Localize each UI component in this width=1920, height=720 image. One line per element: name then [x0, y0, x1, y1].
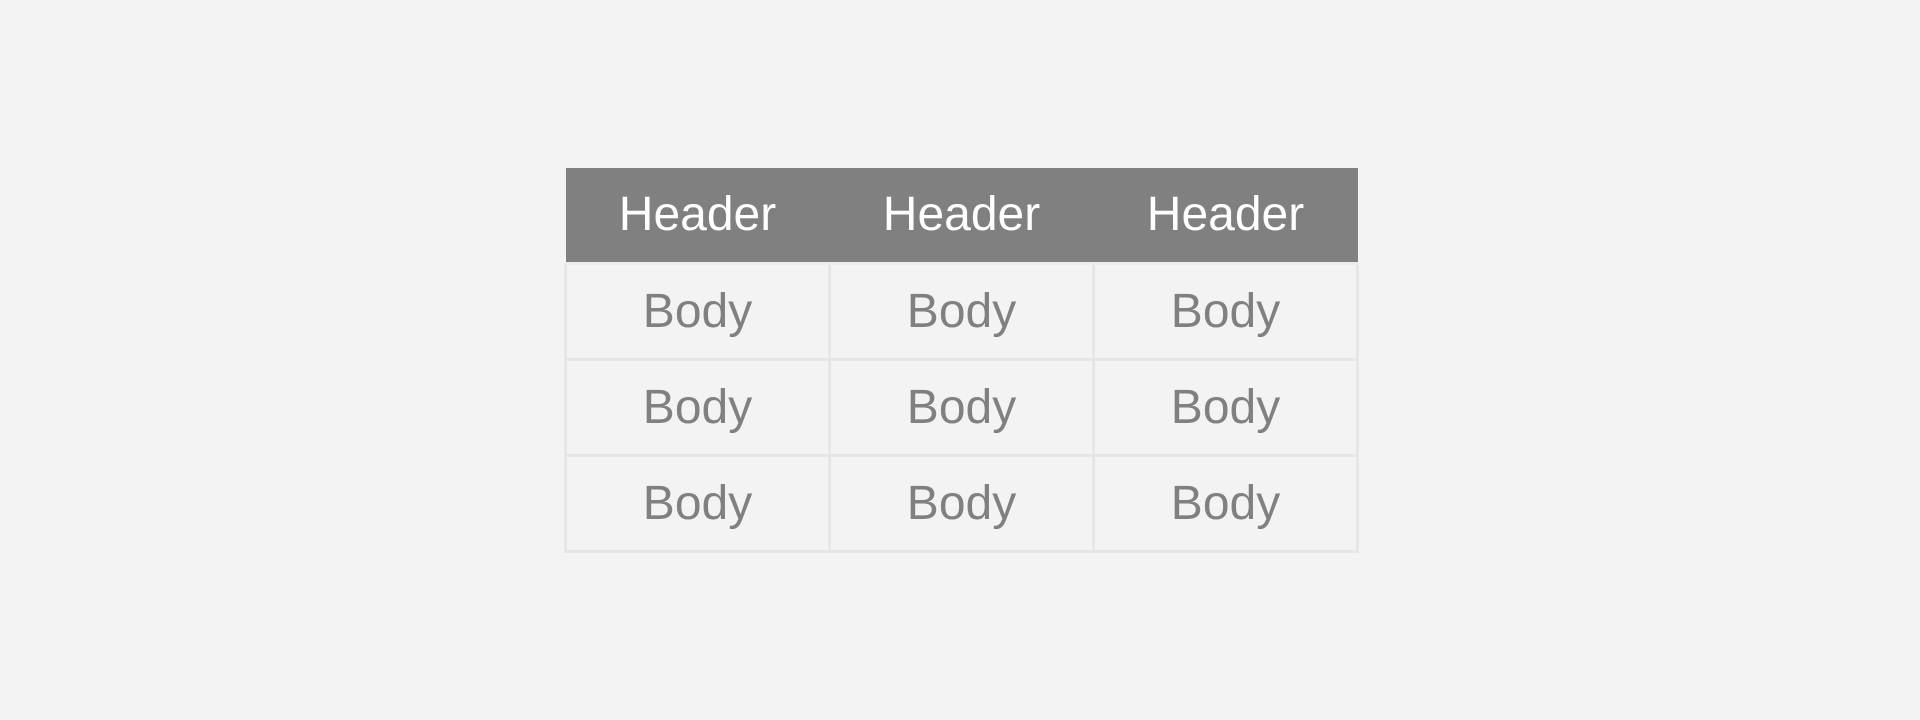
table-cell: Body — [564, 454, 831, 553]
column-header-2: Header — [829, 168, 1094, 265]
canvas: Header Header Header Body Body Body Body… — [0, 0, 1920, 720]
table-header: Header Header Header — [565, 168, 1358, 265]
column-header-3: Header — [1093, 168, 1358, 265]
table-cell: Body — [1092, 358, 1359, 457]
table-cell: Body — [564, 262, 831, 361]
table-row: Body Body Body — [564, 358, 1359, 457]
table-body: Body Body Body Body Body Body Body Body … — [564, 262, 1359, 553]
table-cell: Body — [828, 454, 1095, 553]
header-row: Header Header Header — [565, 168, 1358, 265]
table-cell: Body — [828, 262, 1095, 361]
table-row: Body Body Body — [564, 262, 1359, 361]
table-cell: Body — [564, 358, 831, 457]
column-header-1: Header — [565, 168, 830, 265]
table-row: Body Body Body — [564, 454, 1359, 553]
data-table: Header Header Header Body Body Body Body… — [564, 168, 1359, 553]
table-cell: Body — [828, 358, 1095, 457]
table-cell: Body — [1092, 262, 1359, 361]
table-cell: Body — [1092, 454, 1359, 553]
